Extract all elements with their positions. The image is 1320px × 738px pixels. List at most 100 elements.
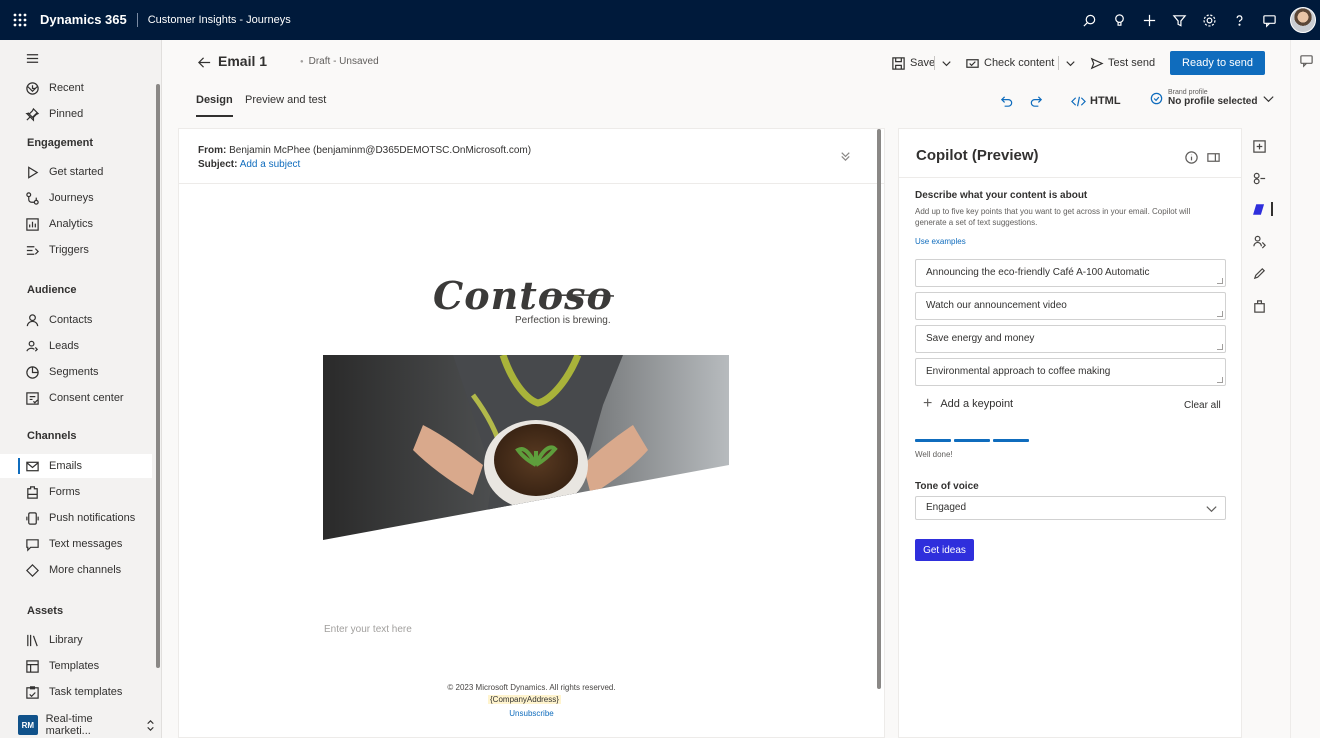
styles-icon[interactable] [1251,265,1267,281]
chat-icon[interactable] [1254,0,1284,40]
tab-design[interactable]: Design [196,94,233,117]
dock-panel-icon[interactable] [1205,149,1221,165]
help-icon[interactable] [1224,0,1254,40]
clear-all-button[interactable]: Clear all [1184,400,1221,411]
add-keypoint-button[interactable]: + Add a keypoint [923,396,1013,412]
unsubscribe-link[interactable]: Unsubscribe [179,709,884,718]
nav-label: More channels [49,564,122,576]
nav-label: Text messages [49,538,123,550]
test-send-button[interactable]: Test send [1088,54,1155,72]
form-icon [24,484,40,500]
get-ideas-button[interactable]: Get ideas [915,539,974,561]
mail-icon [24,458,40,474]
nav-scrollbar[interactable] [156,84,160,668]
tagline: Perfection is brewing. [515,315,611,326]
use-examples-link[interactable]: Use examples [915,237,966,246]
keypoint-input[interactable]: Save energy and money [915,325,1226,353]
gear-icon[interactable] [1194,0,1224,40]
check-content-button[interactable]: Check content [964,54,1054,72]
hamburger-icon[interactable] [24,50,40,66]
html-button[interactable]: HTML [1070,93,1121,109]
ready-to-send-button[interactable]: Ready to send [1170,51,1265,75]
nav-item-library[interactable]: Library [0,628,152,652]
nav-item-task-templates[interactable]: Task templates [0,680,152,704]
info-icon[interactable] [1183,149,1199,165]
consent-icon [24,390,40,406]
keypoint-progress [915,439,1029,442]
send-icon [1088,55,1104,71]
right-edge-bar [1290,40,1320,738]
message-icon [24,536,40,552]
chevron-down-icon[interactable] [24,106,40,122]
filter-icon[interactable] [1164,0,1194,40]
chevron-down-icon[interactable] [24,80,40,96]
app-launcher-icon[interactable] [0,0,40,40]
redo-icon[interactable] [1028,93,1044,109]
from-value[interactable]: Benjamin McPhee (benjaminm@D365DEMOTSC.O… [229,145,531,156]
plus-icon[interactable] [1134,0,1164,40]
nav-item-analytics[interactable]: Analytics [0,212,152,236]
text-block-placeholder[interactable]: Enter your text here [324,624,412,635]
app-name[interactable]: Dynamics 365 [40,13,138,27]
nav-item-triggers[interactable]: Triggers [0,238,152,262]
nav-label: Forms [49,486,81,498]
check-content-label: Check content [984,57,1055,69]
brand-profile-picker[interactable]: Brand profile No profile selected [1148,89,1276,107]
assets-icon[interactable] [1251,298,1267,314]
area-name[interactable]: Customer Insights - Journeys [138,14,291,26]
nav-section-channels: Channels [27,430,77,442]
email-canvas[interactable]: From: Benjamin McPhee (benjaminm@D365DEM… [178,128,885,738]
back-arrow-icon[interactable] [196,54,212,70]
save-chevron-icon[interactable] [938,54,954,72]
hero-image[interactable] [323,355,729,540]
sections-icon[interactable] [1251,170,1267,186]
nav-label: Journeys [49,192,94,204]
nav-item-forms[interactable]: Forms [0,480,152,504]
nav-pinned[interactable]: Pinned [0,102,152,126]
nav-item-journeys[interactable]: Journeys [0,186,152,210]
check-content-chevron-icon[interactable] [1062,54,1078,72]
nav-item-segments[interactable]: Segments [0,360,152,384]
collapse-header-icon[interactable] [837,147,853,163]
add-element-icon[interactable] [1251,138,1267,154]
analytics-icon [24,216,40,232]
editor-scrollbar[interactable] [877,129,881,689]
search-icon[interactable] [1074,0,1104,40]
tone-dropdown[interactable]: Engaged [915,496,1226,520]
keypoint-input[interactable]: Announcing the eco-friendly Café A-100 A… [915,259,1226,287]
tool-rail [1244,128,1274,738]
area-switcher[interactable]: RM Real-time marketi... [18,712,158,738]
lead-icon [24,338,40,354]
status-text: Draft - Unsaved [300,56,379,67]
user-avatar[interactable] [1290,7,1316,33]
tab-preview-and-test[interactable]: Preview and test [245,94,326,106]
undo-icon[interactable] [998,93,1014,109]
nav-item-get-started[interactable]: Get started [0,160,152,184]
nav-item-push-notifications[interactable]: Push notifications [0,506,152,530]
footer-address-token[interactable]: {CompanyAddress} [488,695,561,704]
nav-item-more-channels[interactable]: More channels [0,558,152,582]
keypoint-input[interactable]: Watch our announcement video [915,292,1226,320]
nav-item-contacts[interactable]: Contacts [0,308,152,332]
nav-item-consent-center[interactable]: Consent center [0,386,152,410]
subject-link[interactable]: Add a subject [240,159,301,170]
nav-recent[interactable]: Recent [0,76,152,100]
copilot-icon[interactable] [1251,201,1267,217]
nav-item-leads[interactable]: Leads [0,334,152,358]
tone-value: Engaged [926,502,967,513]
keypoint-input[interactable]: Environmental approach to coffee making [915,358,1226,386]
area-label: Real-time marketi... [45,713,93,737]
personalization-icon[interactable] [1251,233,1267,249]
nav-item-templates[interactable]: Templates [0,654,152,678]
copilot-title: Copilot (Preview) [916,147,1039,164]
lightbulb-icon[interactable] [1104,0,1134,40]
nav-label: Pinned [49,108,84,120]
nav-label: Push notifications [49,512,136,524]
check-content-icon [964,55,980,71]
chat-icon[interactable] [1298,52,1314,68]
journey-icon [24,190,40,206]
nav-item-text-messages[interactable]: Text messages [0,532,152,556]
tone-label: Tone of voice [915,481,979,492]
save-button[interactable]: Save [890,54,935,72]
nav-item-emails[interactable]: Emails [0,454,152,478]
